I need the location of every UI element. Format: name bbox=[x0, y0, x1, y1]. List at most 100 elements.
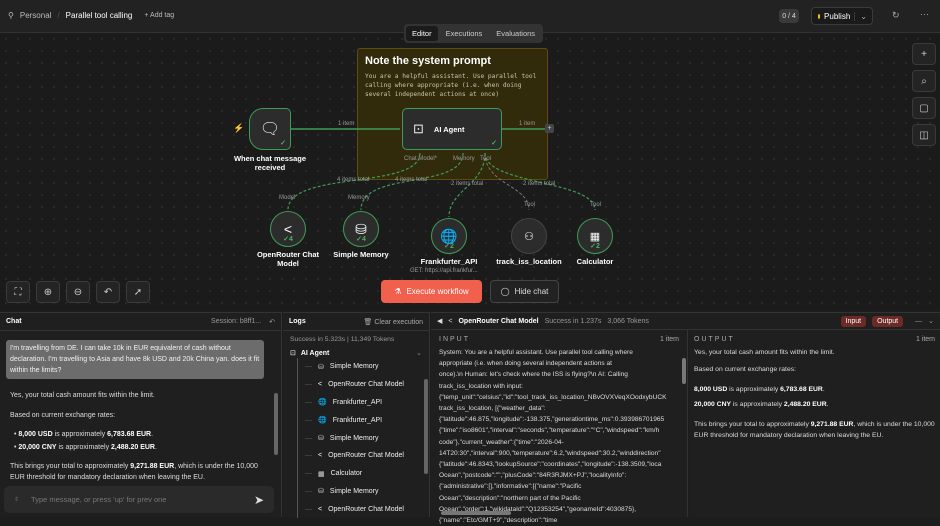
logs-panel: Logs 🗑 Clear execution Success in 5.323s… bbox=[283, 312, 430, 518]
input-line: Ocean","postcode":"","plusCode":"84R3RJM… bbox=[439, 472, 627, 480]
undo-icon: ↶ bbox=[103, 286, 113, 298]
log-root-ai-agent[interactable]: ⊡ AI Agent ⌄ bbox=[283, 348, 429, 358]
more-options-icon[interactable]: — bbox=[915, 318, 922, 325]
chat-panel: Chat Session: b8ff1... ↶ I'm travelling … bbox=[0, 312, 282, 517]
output-content: Yes, your total cash amount fits within … bbox=[694, 349, 935, 439]
detail-status: Success in 1.237s bbox=[544, 317, 602, 325]
input-line: Ocean","description":"northern part of t… bbox=[439, 494, 581, 502]
zoom-in-button[interactable]: ⊕ bbox=[36, 281, 60, 303]
add-node-icon[interactable]: + bbox=[545, 124, 554, 133]
panel-toggle-button[interactable]: ◫ bbox=[912, 124, 936, 146]
node-simple-memory[interactable]: ⛁ ✓4 bbox=[343, 211, 379, 247]
calculator-icon: ▦ bbox=[589, 230, 601, 243]
logs-title: Logs bbox=[289, 318, 306, 325]
output-panel: OUTPUT 1 item Yes, your total cash amoun… bbox=[689, 330, 940, 517]
log-item-label: Simple Memory bbox=[329, 434, 379, 442]
node-frankfurter-api[interactable]: 🌐 ✓2 bbox=[431, 218, 467, 254]
input-line: appropriate (i.e. when doing several ind… bbox=[439, 360, 613, 368]
expand-icon: ⛶ bbox=[14, 286, 22, 298]
chat-bubble-icon: ◯ bbox=[500, 287, 510, 296]
input-line: {"administrative":[],"informative":[{"na… bbox=[439, 483, 582, 491]
log-item[interactable]: — < OpenRouter Chat Model bbox=[283, 500, 429, 518]
log-item-label: Simple Memory bbox=[329, 363, 379, 371]
undo-button[interactable]: ↶ bbox=[96, 281, 120, 303]
sitemap-icon: ⚇ bbox=[524, 230, 534, 243]
openrouter-icon: < bbox=[318, 381, 323, 389]
reply-p2: Based on current exchange rates: bbox=[10, 412, 116, 419]
log-item[interactable]: — ⛁ Simple Memory bbox=[283, 358, 429, 376]
input-line: {"latitude":46.875,"longitude":-138.375,… bbox=[439, 416, 665, 424]
port-label-model: Model bbox=[279, 195, 296, 201]
input-heading: INPUT bbox=[439, 336, 470, 343]
input-toggle-button[interactable]: Input bbox=[840, 315, 867, 327]
log-item-label: Frankfurter_API bbox=[332, 416, 383, 424]
input-h-scrollbar[interactable] bbox=[441, 511, 511, 515]
execute-workflow-button[interactable]: ⚗ Execute workflow bbox=[381, 280, 482, 303]
hide-chat-label: Hide chat bbox=[514, 287, 549, 296]
port-label-memory: Memory bbox=[348, 195, 370, 201]
log-item[interactable]: — 🌐 Frankfurter_API bbox=[283, 411, 429, 429]
reset-session-icon[interactable]: ↶ bbox=[269, 318, 275, 326]
log-item[interactable]: — ▦ Calculator bbox=[283, 464, 429, 483]
history-arrows-icon: ⇕ bbox=[14, 497, 20, 503]
log-item[interactable]: — < OpenRouter Chat Model bbox=[283, 375, 429, 394]
chat-input[interactable]: ⇕ Type message, or press 'up' for prev o… bbox=[4, 486, 274, 513]
logs-header: Logs 🗑 Clear execution bbox=[283, 313, 429, 331]
robot-icon: ⊡ bbox=[413, 121, 424, 136]
send-icon[interactable]: ➤ bbox=[254, 493, 264, 507]
log-item-label: OpenRouter Chat Model bbox=[328, 505, 404, 513]
node-openrouter[interactable]: < ✓4 bbox=[270, 211, 306, 247]
chat-input-placeholder: Type message, or press 'up' for prev one bbox=[31, 495, 167, 504]
log-item[interactable]: — ⛁ Simple Memory bbox=[283, 482, 429, 501]
edge-label-tool1: 2 items total bbox=[451, 181, 484, 187]
zoom-out-button[interactable]: ⊖ bbox=[66, 281, 90, 303]
database-icon: ⛁ bbox=[318, 363, 324, 371]
input-line: {"time":"iso8601","interval":"seconds","… bbox=[439, 427, 660, 435]
input-line: {"temp_unit":"celsius","id":"tool_track_… bbox=[439, 393, 667, 401]
output-count: 1 item bbox=[915, 336, 935, 343]
calculator-icon: ▦ bbox=[318, 470, 325, 478]
search-button[interactable]: ⌕ bbox=[912, 70, 936, 92]
session-id[interactable]: Session: b8ff1... bbox=[211, 318, 261, 325]
log-item[interactable]: — 🌐 Frankfurter_API bbox=[283, 393, 429, 412]
chat-title: Chat bbox=[6, 318, 22, 325]
log-item[interactable]: — ⛁ Simple Memory bbox=[283, 429, 429, 447]
node-track-iss-location[interactable]: ⚇ bbox=[511, 218, 547, 254]
bot-message: Yes, your total cash amount fits within … bbox=[10, 390, 262, 483]
node-chat-trigger[interactable]: 🗨 ✓ bbox=[249, 108, 291, 150]
chevron-down-icon[interactable]: ⌄ bbox=[928, 317, 934, 325]
node-calculator[interactable]: ▦ ✓2 bbox=[577, 218, 613, 254]
edge-label-in: 1 item bbox=[338, 121, 355, 127]
openrouter-icon: < bbox=[448, 317, 453, 325]
detail-tokens: 3,066 Tokens bbox=[607, 317, 649, 325]
sidebar-icon: ◫ bbox=[919, 129, 929, 141]
port-label-iss: Tool bbox=[524, 202, 536, 208]
log-item-label: OpenRouter Chat Model bbox=[328, 452, 404, 460]
input-line: {"latitude":46.8343,"lookupSource":"coor… bbox=[439, 461, 662, 469]
output-toggle-button[interactable]: Output bbox=[872, 315, 904, 327]
chat-scrollbar[interactable] bbox=[274, 393, 278, 455]
log-item[interactable]: — < OpenRouter Chat Model bbox=[283, 446, 429, 465]
globe-icon: 🌐 bbox=[318, 399, 327, 407]
node-detail-header: ◀ < OpenRouter Chat Model Success in 1.2… bbox=[431, 312, 940, 330]
execute-label: Execute workflow bbox=[406, 287, 469, 296]
input-line: track_iss_location with input: bbox=[439, 382, 523, 390]
fit-view-button[interactable]: ⛶ bbox=[6, 281, 30, 303]
sticky-note-button[interactable]: ▢ bbox=[912, 97, 936, 119]
hide-chat-button[interactable]: ◯ Hide chat bbox=[490, 280, 559, 303]
input-v-scrollbar[interactable] bbox=[682, 358, 686, 384]
add-node-button[interactable]: + bbox=[912, 43, 936, 65]
log-item-label: OpenRouter Chat Model bbox=[328, 381, 404, 389]
tidy-up-button[interactable]: ➚ bbox=[126, 281, 150, 303]
cursor-icon: ➚ bbox=[133, 286, 143, 298]
node-label-calculator: Calculator bbox=[576, 257, 614, 266]
edge-label-tool2: 2 items total bbox=[523, 181, 556, 187]
node-ai-agent[interactable]: ⊡ AI Agent ✓ bbox=[402, 108, 502, 150]
clear-execution-button[interactable]: 🗑 Clear execution bbox=[364, 318, 423, 326]
zoom-in-icon: ⊕ bbox=[43, 286, 53, 298]
flask-icon: ⚗ bbox=[394, 287, 402, 296]
log-item-label: Frankfurter_API bbox=[332, 398, 383, 406]
logs-scrollbar[interactable] bbox=[424, 379, 428, 474]
lightning-icon: ⚡ bbox=[233, 123, 245, 133]
back-icon[interactable]: ◀ bbox=[437, 317, 442, 325]
